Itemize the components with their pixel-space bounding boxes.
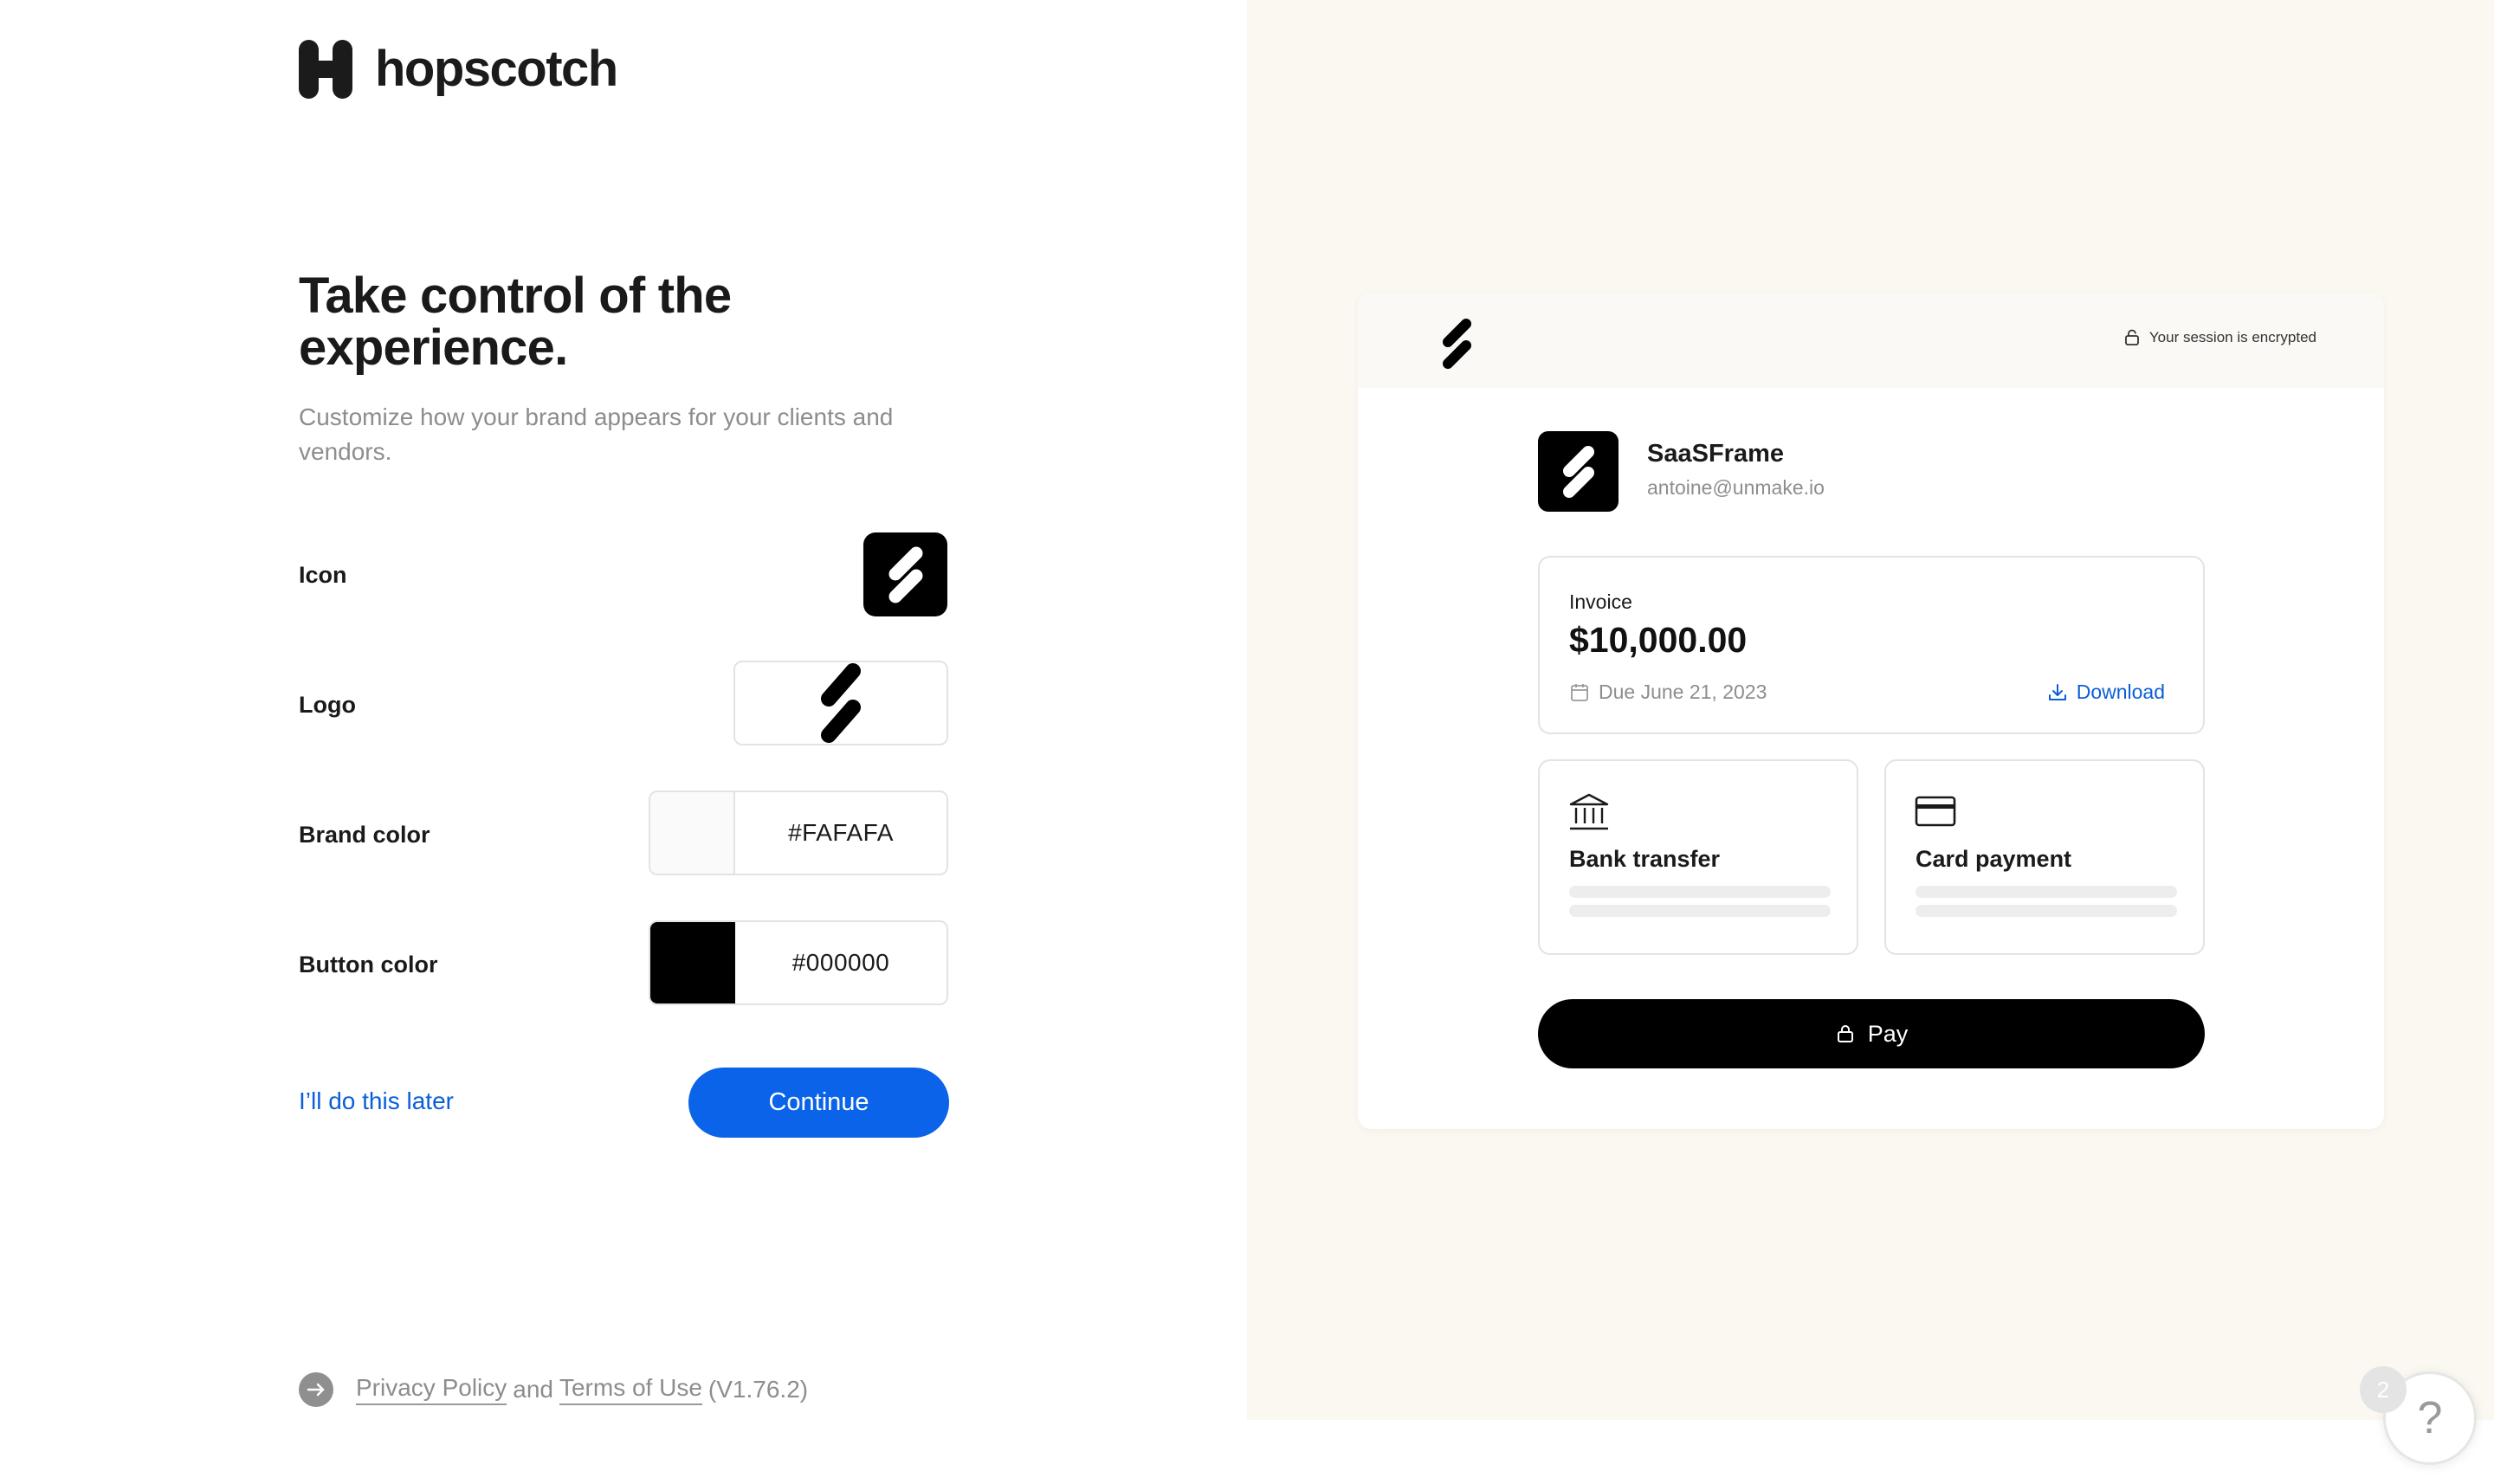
logo-label: Logo bbox=[299, 692, 356, 718]
brand-color-label: Brand color bbox=[299, 822, 430, 848]
button-color-input[interactable]: #000000 bbox=[735, 922, 947, 1003]
bank-icon bbox=[1569, 793, 1609, 830]
bank-transfer-label: Bank transfer bbox=[1569, 846, 1721, 872]
merchant-name: SaaSFrame bbox=[1647, 440, 1784, 468]
card-payment-option[interactable]: Card payment bbox=[1884, 759, 2205, 955]
icon-label: Icon bbox=[299, 562, 347, 588]
session-encrypted-notice: Your session is encrypted bbox=[2123, 329, 2316, 346]
pay-button[interactable]: Pay bbox=[1538, 999, 2205, 1068]
placeholder-bar bbox=[1916, 905, 2177, 917]
pay-label: Pay bbox=[1867, 1020, 1909, 1047]
invoice-due-date: Due June 21, 2023 bbox=[1569, 681, 1767, 704]
due-date-text: Due June 21, 2023 bbox=[1599, 681, 1767, 703]
button-color-swatch[interactable] bbox=[650, 922, 735, 1003]
footer: Privacy Policy and Terms of Use (V1.76.2… bbox=[299, 1372, 808, 1407]
brand-s-logo-icon bbox=[821, 663, 861, 743]
invoice-label: Invoice bbox=[1569, 590, 1632, 613]
do-later-link[interactable]: I’ll do this later bbox=[299, 1087, 454, 1115]
notification-badge: 2 bbox=[2360, 1366, 2407, 1413]
lock-icon bbox=[1837, 1025, 1853, 1042]
button-color-label: Button color bbox=[299, 952, 438, 978]
placeholder-bar bbox=[1916, 886, 2177, 898]
card-payment-label: Card payment bbox=[1916, 846, 2072, 872]
brand-s-mark-icon bbox=[1438, 317, 1476, 375]
footer-and: and bbox=[513, 1376, 553, 1403]
brand-color-swatch[interactable] bbox=[650, 792, 735, 874]
continue-button[interactable]: Continue bbox=[688, 1068, 949, 1138]
onboarding-pane: hopscotch Take control of the experience… bbox=[0, 0, 1247, 1484]
invoice-amount: $10,000.00 bbox=[1569, 620, 1748, 660]
calendar-icon bbox=[1571, 683, 1588, 701]
button-color-field[interactable]: #000000 bbox=[649, 920, 948, 1005]
lock-icon bbox=[2125, 329, 2139, 345]
download-invoice-button[interactable]: Download bbox=[2047, 681, 2165, 704]
brand-s-icon bbox=[888, 546, 922, 603]
preview-pane: Your session is encrypted SaaSFrame anto… bbox=[1247, 0, 2494, 1420]
encrypted-text: Your session is encrypted bbox=[2148, 329, 2316, 345]
brand-header: hopscotch bbox=[299, 40, 618, 99]
placeholder-bar bbox=[1569, 886, 1831, 898]
preview-header: Your session is encrypted bbox=[1358, 293, 2384, 388]
logo-upload[interactable] bbox=[733, 661, 948, 745]
page-subtitle: Customize how your brand appears for you… bbox=[299, 403, 894, 465]
placeholder-bar bbox=[1569, 905, 1831, 917]
privacy-policy-link[interactable]: Privacy Policy bbox=[356, 1374, 507, 1405]
bank-transfer-option[interactable]: Bank transfer bbox=[1538, 759, 1858, 955]
payment-preview-card: Your session is encrypted SaaSFrame anto… bbox=[1358, 293, 2384, 1129]
credit-card-icon bbox=[1915, 796, 1956, 827]
terms-of-use-link[interactable]: Terms of Use bbox=[559, 1374, 702, 1405]
download-label: Download bbox=[2076, 681, 2165, 703]
brand-color-field[interactable]: #FAFAFA bbox=[649, 790, 948, 875]
page-title: Take control of the experience. bbox=[299, 268, 732, 376]
arrow-right-icon[interactable] bbox=[299, 1372, 333, 1407]
brand-name: hopscotch bbox=[375, 41, 618, 97]
invoice-summary: Invoice $10,000.00 Due June 21, 2023 Dow… bbox=[1538, 556, 2205, 734]
version-text: (V1.76.2) bbox=[707, 1376, 809, 1403]
merchant-avatar bbox=[1538, 431, 1619, 512]
brand-s-icon bbox=[1562, 445, 1594, 498]
hopscotch-logo-icon bbox=[299, 40, 352, 99]
download-icon bbox=[2048, 683, 2066, 700]
merchant-email: antoine@unmake.io bbox=[1647, 476, 1825, 499]
brand-color-input[interactable]: #FAFAFA bbox=[735, 792, 947, 874]
icon-upload[interactable] bbox=[863, 532, 947, 616]
